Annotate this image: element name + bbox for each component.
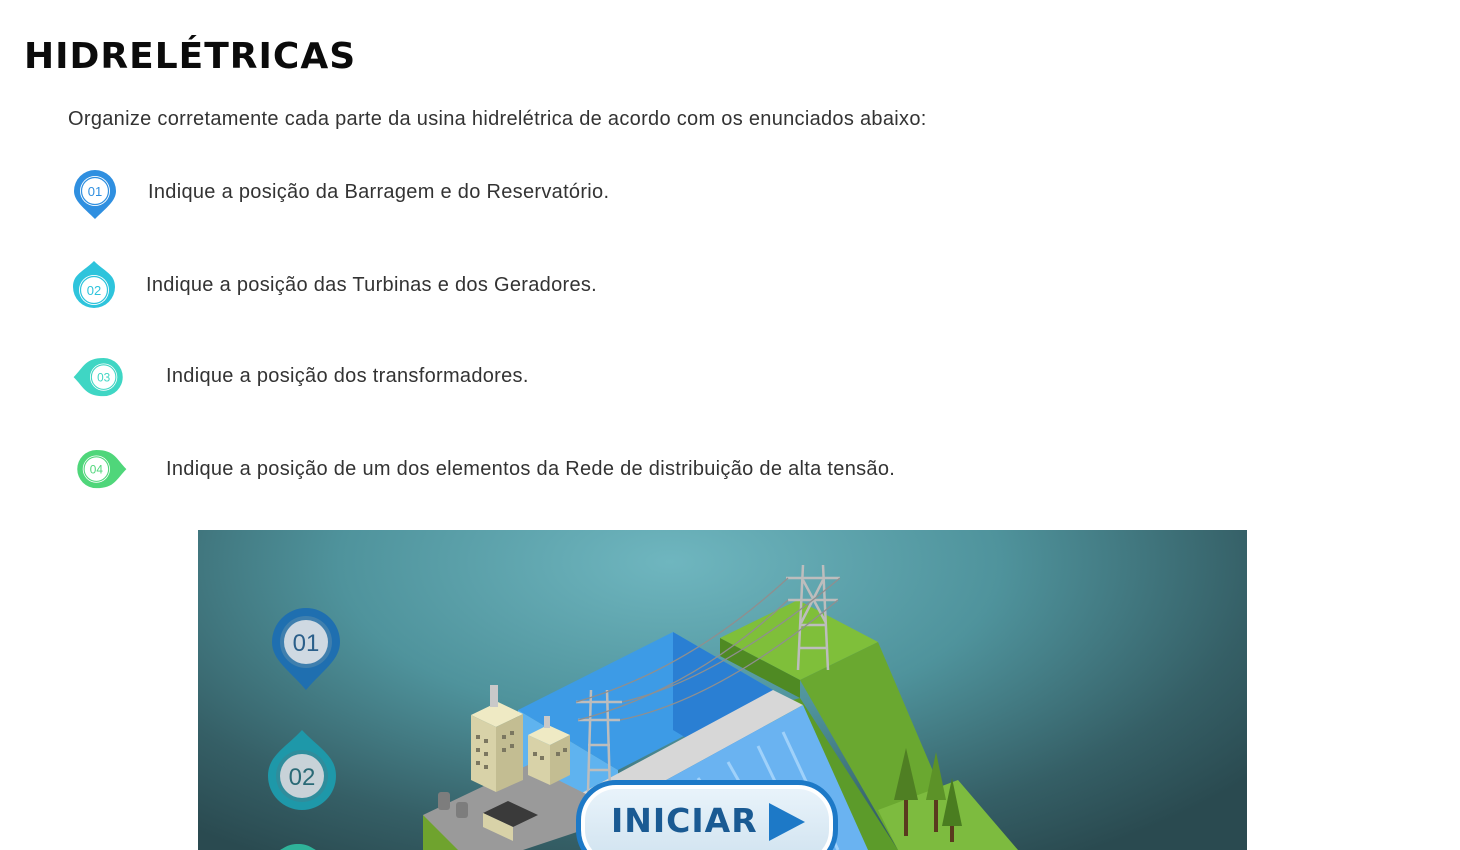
game-marker-02-label: 02 xyxy=(289,764,316,791)
step-1-number: 01 xyxy=(88,184,102,199)
play-icon xyxy=(769,803,805,841)
step-4-number: 04 xyxy=(90,463,104,477)
hydroelectric-game[interactable]: 01 02 INICIAR xyxy=(198,530,1247,850)
pin-up-icon: 02 xyxy=(73,261,115,308)
step-3-text: Indique a posição dos transformadores. xyxy=(166,365,529,387)
step-2-text: Indique a posição das Turbinas e dos Ger… xyxy=(146,274,598,296)
page-title: HIDRELÉTRICAS xyxy=(24,36,357,77)
instructions-intro: Organize corretamente cada parte da usin… xyxy=(68,108,927,130)
pin-left-icon: 03 xyxy=(73,358,123,397)
game-marker-01-label: 01 xyxy=(293,630,320,657)
pin-down-icon: 01 xyxy=(74,170,116,219)
step-1-text: Indique a posição da Barragem e do Reser… xyxy=(148,181,610,203)
game-marker-01[interactable]: 01 xyxy=(272,608,340,690)
pin-right-icon: 04 xyxy=(77,450,127,489)
game-marker-03-partial xyxy=(280,844,316,850)
step-4-text: Indique a posição de um dos elementos da… xyxy=(166,458,896,480)
game-marker-02[interactable]: 02 xyxy=(268,730,336,810)
step-2-number: 02 xyxy=(87,283,101,298)
step-1: 01 Indique a posição da Barragem e do Re… xyxy=(70,164,970,224)
start-button[interactable]: INICIAR xyxy=(576,780,838,850)
step-2: 02 Indique a posição das Turbinas e dos … xyxy=(70,258,970,318)
step-3-number: 03 xyxy=(97,371,111,385)
step-4: 04 Indique a posição de um dos elementos… xyxy=(70,440,970,500)
step-3: 03 Indique a posição dos transformadores… xyxy=(70,348,970,408)
start-button-label: INICIAR xyxy=(611,801,758,840)
